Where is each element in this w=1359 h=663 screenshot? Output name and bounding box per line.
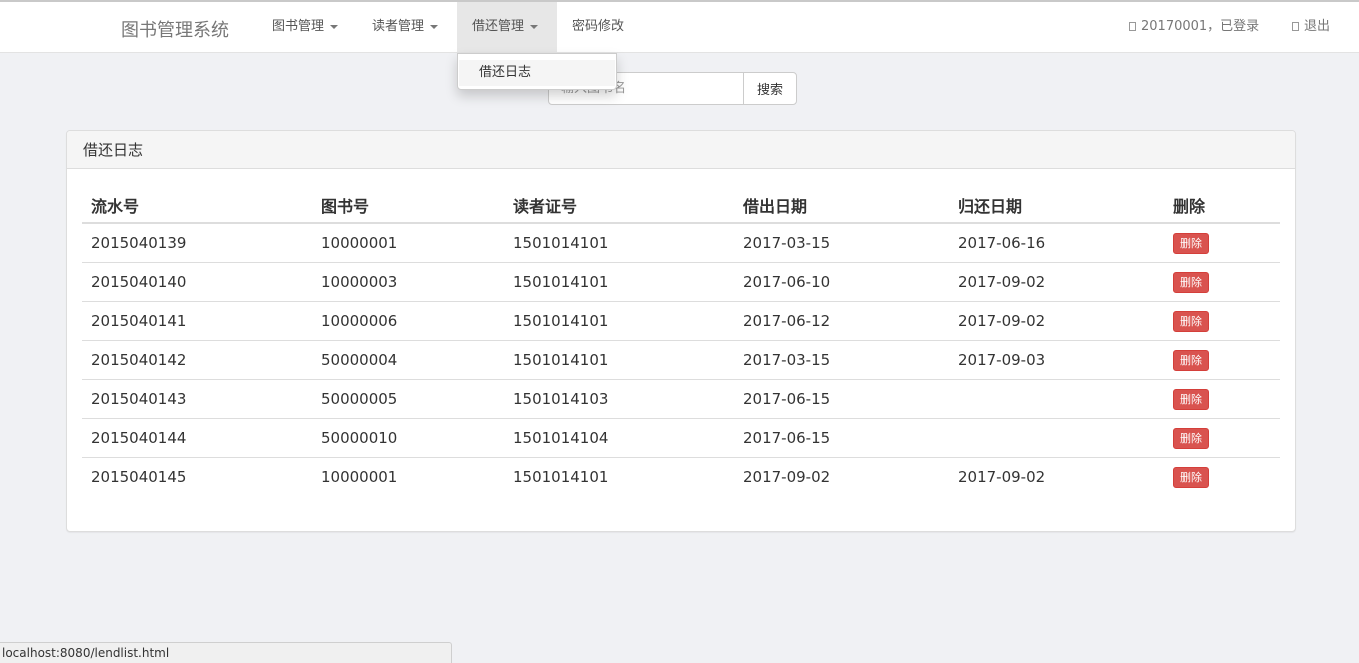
user-status-link[interactable]: 20170001，已登录	[1129, 2, 1259, 52]
caret-down-icon	[330, 24, 339, 29]
cell-reader-id: 1501014101	[513, 273, 609, 291]
cell-book-id: 50000004	[321, 351, 398, 369]
table-header: 流水号 图书号 读者证号 借出日期 归还日期 删除	[82, 184, 1280, 224]
column-header-serial: 流水号	[91, 197, 140, 216]
user-icon	[1129, 22, 1136, 31]
user-status-label: 20170001，已登录	[1141, 19, 1260, 34]
cell-lend-date: 2017-03-15	[743, 351, 831, 369]
cell-return-date: 2017-09-02	[958, 312, 1046, 330]
lend-log-table: 流水号 图书号 读者证号 借出日期 归还日期 删除 2015040139 100…	[82, 184, 1280, 497]
nav-menu-lend-management[interactable]: 借还管理	[457, 2, 557, 52]
cell-reader-id: 1501014104	[513, 429, 609, 447]
nav-menu-label: 读者管理	[372, 19, 425, 34]
status-url: localhost:8080/lendlist.html	[2, 646, 170, 660]
delete-button[interactable]: 删除	[1173, 272, 1209, 293]
cell-book-id: 10000001	[321, 234, 398, 252]
cell-serial: 2015040143	[91, 390, 187, 408]
search-button[interactable]: 搜索	[743, 72, 797, 105]
delete-button[interactable]: 删除	[1173, 350, 1209, 371]
delete-button[interactable]: 删除	[1173, 389, 1209, 410]
cell-serial: 2015040142	[91, 351, 187, 369]
table-row: 2015040141 10000006 1501014101 2017-06-1…	[82, 302, 1280, 341]
browser-status-bar: localhost:8080/lendlist.html	[0, 642, 452, 663]
lend-log-panel: 借还日志 流水号 图书号 读者证号 借出日期 归还日期 删除 201504013…	[66, 130, 1296, 532]
cell-serial: 2015040141	[91, 312, 187, 330]
cell-book-id: 50000005	[321, 390, 398, 408]
cell-return-date: 2017-09-03	[958, 351, 1046, 369]
cell-serial: 2015040139	[91, 234, 187, 252]
cell-serial: 2015040140	[91, 273, 187, 291]
caret-down-icon	[530, 24, 539, 29]
nav-menu-label: 图书管理	[272, 19, 325, 34]
cell-serial: 2015040144	[91, 429, 187, 447]
cell-return-date: 2017-06-16	[958, 234, 1046, 252]
table-row: 2015040140 10000003 1501014101 2017-06-1…	[82, 263, 1280, 302]
cell-book-id: 10000001	[321, 468, 398, 486]
table-row: 2015040143 50000005 1501014103 2017-06-1…	[82, 380, 1280, 419]
cell-return-date: 2017-09-02	[958, 273, 1046, 291]
cell-serial: 2015040145	[91, 468, 187, 486]
cell-reader-id: 1501014101	[513, 351, 609, 369]
brand-title[interactable]: 图书管理系统	[121, 16, 229, 42]
cell-reader-id: 1501014101	[513, 468, 609, 486]
column-header-delete: 删除	[1173, 197, 1206, 216]
table-row: 2015040139 10000001 1501014101 2017-03-1…	[82, 224, 1280, 263]
cell-lend-date: 2017-06-15	[743, 429, 831, 447]
cell-book-id: 10000003	[321, 273, 398, 291]
nav-menu-book-management[interactable]: 图书管理	[257, 2, 353, 52]
cell-reader-id: 1501014101	[513, 234, 609, 252]
cell-return-date: 2017-09-02	[958, 468, 1046, 486]
panel-title: 借还日志	[67, 131, 1295, 169]
logout-link[interactable]: 退出	[1292, 2, 1330, 52]
nav-menu-label: 借还管理	[472, 19, 525, 34]
column-header-lend-date: 借出日期	[743, 197, 808, 216]
nav-menu-reader-management[interactable]: 读者管理	[357, 2, 453, 52]
cell-lend-date: 2017-03-15	[743, 234, 831, 252]
caret-down-icon	[430, 24, 439, 29]
logout-label: 退出	[1304, 19, 1331, 34]
navbar: 图书管理系统 图书管理 读者管理 借还管理 密码修改 20170001，已登录 …	[0, 2, 1359, 53]
column-header-reader-id: 读者证号	[513, 197, 578, 216]
cell-book-id: 10000006	[321, 312, 398, 330]
nav-menu-password-change[interactable]: 密码修改	[557, 2, 639, 52]
cell-reader-id: 1501014103	[513, 390, 609, 408]
nav-menu-label: 密码修改	[572, 19, 625, 34]
delete-button[interactable]: 删除	[1173, 467, 1209, 488]
delete-button[interactable]: 删除	[1173, 311, 1209, 332]
dropdown-item-lend-log[interactable]: 借还日志	[459, 60, 615, 86]
cell-lend-date: 2017-06-12	[743, 312, 831, 330]
column-header-book-id: 图书号	[321, 197, 370, 216]
table-row: 2015040142 50000004 1501014101 2017-03-1…	[82, 341, 1280, 380]
delete-button[interactable]: 删除	[1173, 428, 1209, 449]
delete-button[interactable]: 删除	[1173, 233, 1209, 254]
table-row: 2015040145 10000001 1501014101 2017-09-0…	[82, 458, 1280, 497]
lend-management-dropdown: 借还日志	[457, 53, 617, 90]
cell-reader-id: 1501014101	[513, 312, 609, 330]
cell-book-id: 50000010	[321, 429, 398, 447]
column-header-return-date: 归还日期	[958, 197, 1023, 216]
cell-lend-date: 2017-06-15	[743, 390, 831, 408]
cell-lend-date: 2017-09-02	[743, 468, 831, 486]
cell-lend-date: 2017-06-10	[743, 273, 831, 291]
logout-icon	[1292, 22, 1299, 31]
table-row: 2015040144 50000010 1501014104 2017-06-1…	[82, 419, 1280, 458]
